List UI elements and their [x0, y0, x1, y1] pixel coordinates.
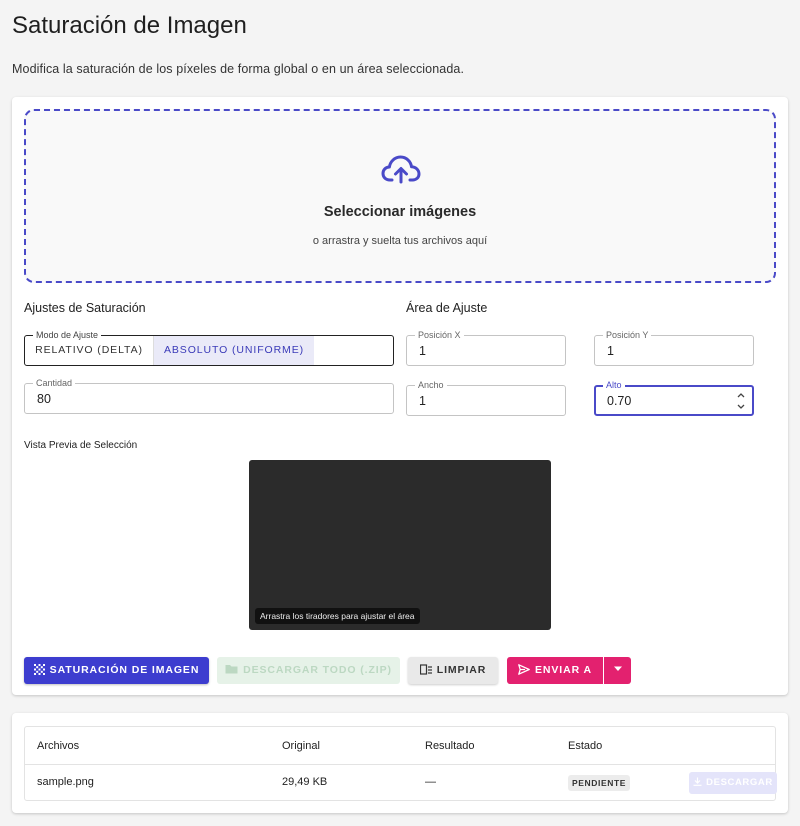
- selection-preview[interactable]: Arrastra los tiradores para ajustar el á…: [249, 460, 551, 630]
- position-x-value: 1: [419, 344, 426, 358]
- width-field[interactable]: Ancho 1: [406, 379, 566, 416]
- files-table: Archivos Original Resultado Estado sampl…: [24, 726, 777, 801]
- position-y-field[interactable]: Posición Y 1: [594, 329, 754, 366]
- grain-icon: [33, 663, 45, 675]
- saturation-button-label: SATURACIÓN DE IMAGEN: [49, 664, 200, 676]
- folder-icon: [225, 665, 238, 674]
- height-label: Alto: [603, 379, 625, 391]
- clear-button[interactable]: LIMPIAR: [408, 657, 498, 684]
- saturation-section-title: Ajustes de Saturación: [24, 301, 146, 315]
- width-label: Ancho: [415, 379, 447, 391]
- mode-toggle-group: Modo de Ajuste RELATIVO (DELTA) ABSOLUTO…: [24, 329, 394, 366]
- dropzone-title: Seleccionar imágenes: [323, 204, 477, 220]
- send-to-button[interactable]: ENVIAR A: [507, 657, 603, 684]
- position-x-label: Posición X: [415, 329, 464, 341]
- header-files: Archivos: [37, 740, 80, 752]
- height-value: 0.70: [607, 394, 632, 408]
- clear-list-icon: [419, 664, 432, 675]
- spinner-arrows-icon[interactable]: [736, 389, 746, 413]
- position-x-field[interactable]: Posición X 1: [406, 329, 566, 366]
- header-original: Original: [282, 740, 320, 752]
- page-title: Saturación de Imagen: [12, 12, 247, 39]
- table-divider: [25, 764, 775, 765]
- area-section-title: Área de Ajuste: [406, 301, 488, 315]
- header-result: Resultado: [425, 740, 475, 752]
- preview-label: Vista Previa de Selección: [24, 440, 138, 451]
- download-all-button[interactable]: DESCARGAR TODO (.ZIP): [217, 657, 400, 684]
- file-name: sample.png: [37, 776, 94, 788]
- caret-down-icon: [613, 666, 622, 672]
- file-original-size: 29,49 KB: [282, 776, 328, 788]
- position-y-label: Posición Y: [603, 329, 652, 341]
- amount-label: Cantidad: [33, 377, 76, 389]
- send-to-label: ENVIAR A: [535, 664, 592, 676]
- dropzone-subtitle: o arrastra y suelta tus archivos aquí: [312, 235, 488, 247]
- amount-value: 80: [37, 392, 51, 406]
- mode-absolute-button[interactable]: ABSOLUTO (UNIFORME): [154, 336, 314, 365]
- saturation-button[interactable]: SATURACIÓN DE IMAGEN: [24, 657, 209, 684]
- amount-field[interactable]: Cantidad 80: [24, 377, 394, 414]
- image-dropzone[interactable]: Seleccionar imágenes o arrastra y suelta…: [24, 109, 776, 283]
- download-icon: [693, 777, 702, 786]
- status-badge: PENDIENTE: [568, 775, 631, 791]
- page-description: Modifica la saturación de los píxeles de…: [12, 62, 465, 76]
- header-status: Estado: [568, 740, 603, 752]
- mode-relative-button[interactable]: RELATIVO (DELTA): [25, 336, 154, 365]
- download-all-label: DESCARGAR TODO (.ZIP): [243, 664, 392, 676]
- download-file-button[interactable]: DESCARGAR: [689, 772, 777, 794]
- send-icon: [518, 663, 530, 675]
- file-result: —: [425, 776, 436, 788]
- cloud-upload-icon: [381, 155, 421, 184]
- preview-hint: Arrastra los tiradores para ajustar el á…: [255, 608, 420, 624]
- position-y-value: 1: [607, 344, 614, 358]
- send-to-menu-button[interactable]: [604, 657, 631, 684]
- download-file-label: DESCARGAR: [706, 777, 773, 788]
- clear-button-label: LIMPIAR: [436, 664, 487, 676]
- height-field[interactable]: Alto 0.70: [594, 379, 754, 416]
- width-value: 1: [419, 394, 426, 408]
